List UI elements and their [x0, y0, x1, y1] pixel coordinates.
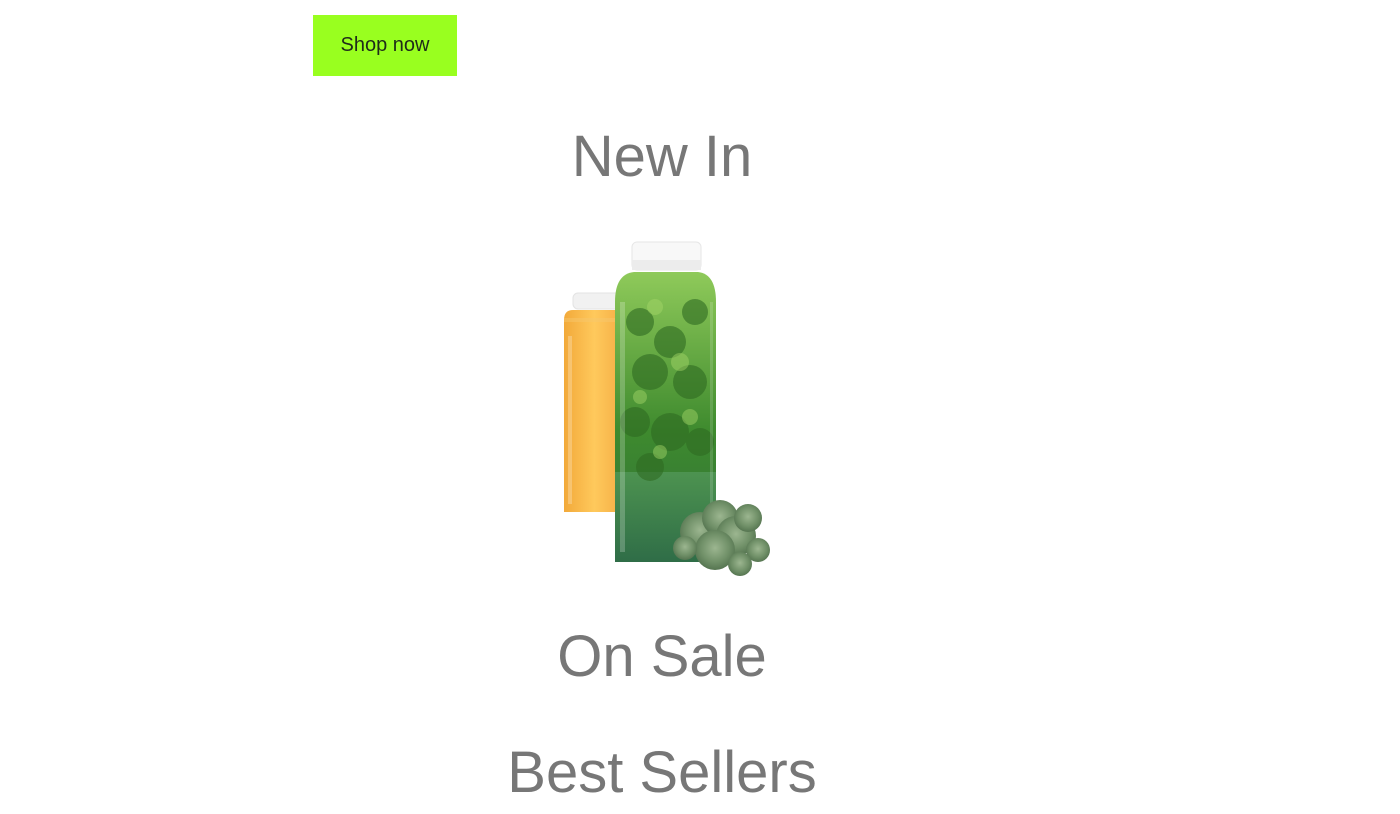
shop-now-button[interactable]: Shop now — [313, 15, 457, 76]
juice-bottles-illustration — [564, 241, 770, 576]
new-in-heading: New In — [571, 124, 753, 189]
juice-bottles-image[interactable] — [540, 232, 780, 582]
best-sellers-heading: Best Sellers — [507, 740, 817, 805]
on-sale-heading: On Sale — [557, 624, 767, 689]
